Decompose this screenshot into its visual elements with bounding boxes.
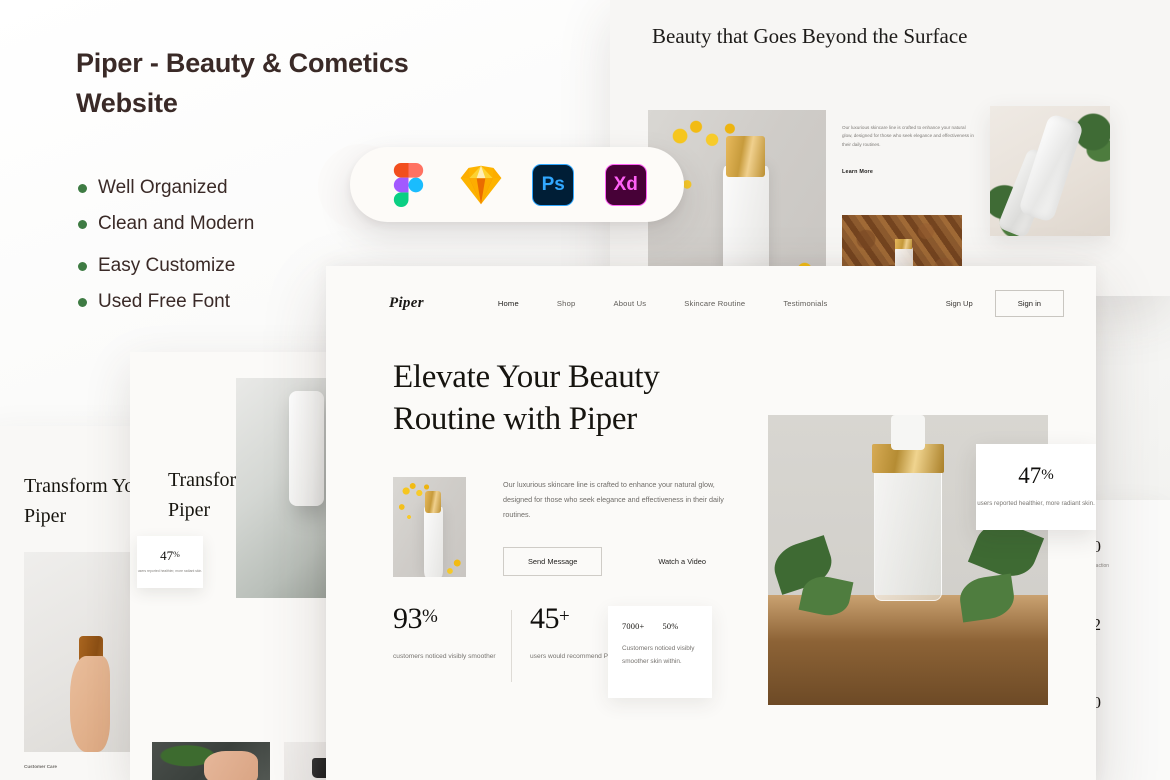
stat-93: 93% customers noticed visibly smoother xyxy=(393,604,511,664)
bullet-dot-icon xyxy=(78,261,87,271)
stat-card-text: Customers noticed visibly smoother skin … xyxy=(622,645,695,666)
feature-label: Easy Customize xyxy=(98,255,236,276)
badge-caption: users reported healthier, more radiant s… xyxy=(137,569,203,574)
product-image-tubes xyxy=(990,106,1110,236)
sketch-icon xyxy=(459,163,503,207)
stat-badge-47-secondary: 47% users reported healthier, more radia… xyxy=(137,536,203,588)
badge-value: 47% xyxy=(1018,462,1054,488)
stat-card-num-2: 50% xyxy=(662,622,679,631)
hero-website-card: Piper Home Shop About Us Skincare Routin… xyxy=(326,266,1096,780)
serum-bottle-shape xyxy=(874,467,942,601)
bullet-dot-icon xyxy=(78,297,87,307)
stat-card-numbers: 7000+ 50% xyxy=(622,622,698,631)
learn-more-link[interactable]: Learn More xyxy=(842,169,873,175)
photoshop-label: Ps xyxy=(532,163,575,206)
design-tools-pill: Ps Xd xyxy=(350,147,684,222)
nav-links: Home Shop About Us Skincare Routine Test… xyxy=(498,299,828,308)
watch-video-button[interactable]: Watch a Video xyxy=(658,557,706,566)
badge-caption: users reported healthier, more radiant s… xyxy=(977,499,1095,507)
nav-item-shop[interactable]: Shop xyxy=(557,299,576,308)
stat-badge-47: 47% users reported healthier, more radia… xyxy=(976,444,1096,530)
stat-card-num-1: 7000+ xyxy=(622,622,645,631)
page-title: Piper - Beauty & Cometics Website xyxy=(76,48,409,118)
brand-logo[interactable]: Piper xyxy=(389,295,424,312)
navbar: Piper Home Shop About Us Skincare Routin… xyxy=(326,266,1096,340)
badge-value: 47% xyxy=(160,548,180,564)
xd-label: Xd xyxy=(604,163,647,206)
nav-item-home[interactable]: Home xyxy=(498,299,519,308)
beauty-card: Beauty that Goes Beyond the Surface Our … xyxy=(610,0,1170,296)
sign-in-button[interactable]: Sign in xyxy=(994,289,1064,317)
beauty-card-copy: Our luxurious skincare line is crafted t… xyxy=(842,125,974,147)
product-image-hand-bottle xyxy=(24,552,144,752)
list-item: Clean and Modern xyxy=(78,206,408,242)
farleft-footer-label: Customer Care xyxy=(24,764,57,769)
blog-image-palm xyxy=(152,742,270,780)
nav-actions: Sign Up Sign in xyxy=(946,289,1064,317)
xd-icon: Xd xyxy=(604,163,648,207)
nav-item-skincare-routine[interactable]: Skincare Routine xyxy=(684,299,745,308)
poster-canvas: Piper - Beauty & Cometics Website Well O… xyxy=(0,0,1170,780)
stat-value: 93% xyxy=(393,602,438,635)
stat-divider xyxy=(511,610,512,682)
leaf-decor-icon xyxy=(957,573,1018,623)
nav-item-about-us[interactable]: About Us xyxy=(613,299,646,308)
hero-thumbnail-image xyxy=(393,477,466,577)
send-message-button[interactable]: Send Message xyxy=(503,547,603,576)
figma-icon xyxy=(386,162,430,207)
photoshop-icon: Ps xyxy=(531,163,575,207)
feature-label: Used Free Font xyxy=(98,291,230,312)
hero-copy: Our luxurious skincare line is crafted t… xyxy=(503,480,724,519)
nav-item-testimonials[interactable]: Testimonials xyxy=(783,299,827,308)
dropper-top-shape xyxy=(891,415,925,450)
stat-card-7000: 7000+ 50% Customers noticed visibly smoo… xyxy=(608,606,712,698)
bullet-dot-icon xyxy=(78,183,87,193)
beauty-card-heading: Beauty that Goes Beyond the Surface xyxy=(652,24,968,48)
hero-headline: Elevate Your Beauty Routine with Piper xyxy=(393,359,660,438)
feature-label: Clean and Modern xyxy=(98,213,255,234)
hero-cta-group: Send Message Watch a Video xyxy=(503,547,706,576)
stat-label: customers noticed visibly smoother xyxy=(393,653,496,660)
bullet-dot-icon xyxy=(78,219,87,229)
feature-label: Well Organized xyxy=(98,177,228,198)
right-edge-card: 90 satisfaction 12 years 80 trend xyxy=(1092,500,1170,780)
sign-up-link[interactable]: Sign Up xyxy=(946,299,973,308)
